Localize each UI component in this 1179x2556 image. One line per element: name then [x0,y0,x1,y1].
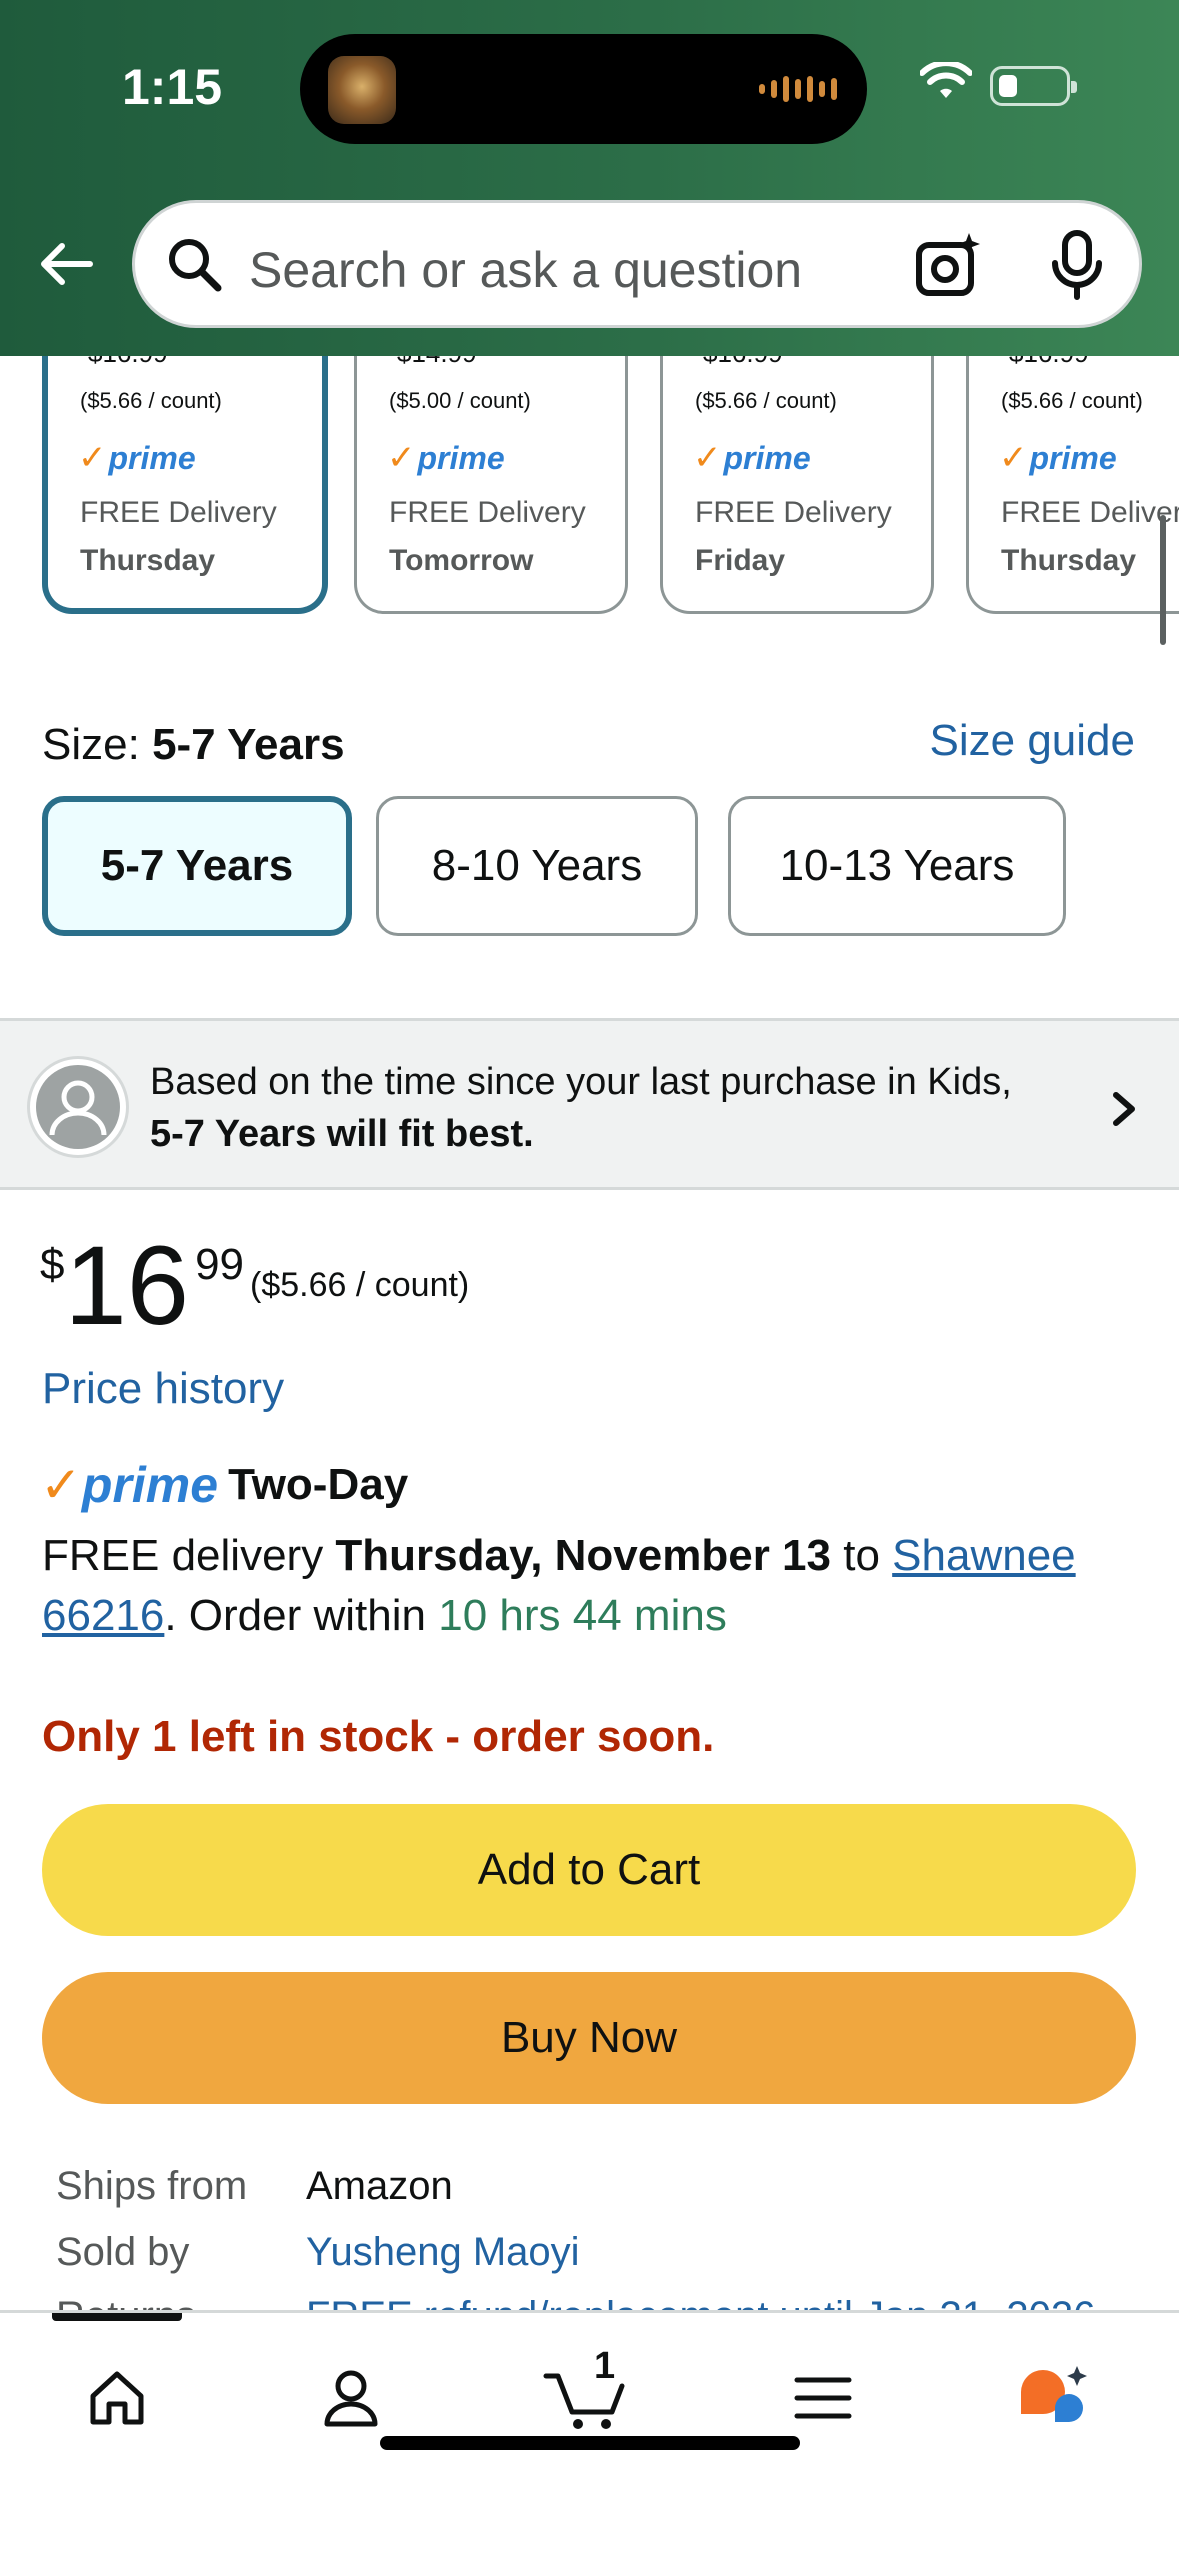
prime-two-day-badge: ✓ prime Two-Day [40,1456,408,1514]
home-icon [90,2371,144,2425]
fit-recommendation: 5-7 Years will fit best. [150,1113,534,1155]
hamburger-menu-icon [794,2377,852,2419]
delivery-zip-link[interactable]: 66216 [42,1591,164,1640]
avatar [30,1059,126,1155]
size-selected-value: 5-7 Years [152,720,345,769]
now-playing-artwork [328,56,396,124]
size-option-10-13[interactable]: 10-13 Years [728,796,1066,936]
nav-home[interactable] [72,2353,162,2443]
price-per-count: ($5.66 / count) [250,1266,470,1304]
prime-badge: ✓ prime [999,439,1117,477]
size-recommendation-banner[interactable]: Based on the time since your last purcha… [0,1018,1179,1190]
price-symbol: $ [40,1240,65,1289]
size-option-5-7[interactable]: 5-7 Years [42,796,352,936]
battery-icon [990,66,1077,106]
delivery-date: Thursday, November 13 [335,1531,832,1580]
add-to-cart-button[interactable]: Add to Cart [42,1804,1136,1936]
buy-now-button[interactable]: Buy Now [42,1972,1136,2104]
variant-delivery: FREE Delivery [80,496,277,529]
prime-badge: ✓ prime [78,439,196,477]
microphone-icon[interactable] [1047,229,1107,301]
cart-icon [543,2373,625,2429]
stock-warning: Only 1 left in stock - order soon. [42,1712,715,1761]
ai-assistant-icon [1021,2366,1087,2422]
prime-check-icon: ✓ [693,439,722,477]
audio-waveform-icon [759,74,837,104]
home-indicator[interactable] [380,2436,800,2450]
product-price: $ 16 99 [40,1226,244,1346]
delivery-message: FREE delivery Thursday, November 13 to S… [42,1531,1076,1640]
app-header: 1:15 Search or ask a question [0,0,1179,356]
prime-check-icon: ✓ [999,439,1028,477]
wifi-icon [920,62,972,98]
search-icon [169,239,222,292]
sold-by-label: Sold by [56,2230,190,2274]
prime-speed: Two-Day [228,1460,409,1509]
prime-badge: ✓ prime [387,439,505,477]
seller-link[interactable]: Yusheng Maoyi [306,2230,580,2275]
variant-delivery: FREE Delivery [695,496,892,529]
ships-from-value: Amazon [306,2164,453,2208]
search-bar[interactable]: Search or ask a question [132,200,1142,328]
delivery-location-link[interactable]: Shawnee [892,1531,1075,1580]
variant-unit-price: ($5.66 / count) [80,388,222,413]
bottom-nav: 1 [0,2310,1179,2556]
search-placeholder[interactable]: Search or ask a question [249,241,802,299]
variant-delivery: FREE Delivery [1001,496,1179,529]
camera-lens-icon[interactable] [913,231,983,301]
prime-logo: prime [81,1457,219,1513]
price-fraction: 99 [195,1240,245,1289]
nav-rufus-assistant[interactable] [1010,2353,1100,2443]
prime-check-icon: ✓ [387,439,416,477]
variant-delivery: FREE Delivery [389,496,586,529]
size-guide-link[interactable]: Size guide [930,716,1135,766]
variant-unit-price: ($5.66 / count) [695,388,837,413]
size-label: Size: 5-7 Years [42,720,345,769]
variant-delivery-day: Thursday [1001,544,1137,577]
status-time: 1:15 [122,59,223,115]
variant-unit-price: ($5.00 / count) [389,388,531,413]
variant-delivery-day: Thursday [80,544,216,577]
nav-account[interactable] [306,2353,396,2443]
nav-cart[interactable] [542,2353,632,2443]
dynamic-island [300,34,867,144]
order-countdown: 10 hrs 44 mins [438,1591,727,1640]
active-tab-indicator [52,2313,182,2321]
price-history-link[interactable]: Price history [42,1364,284,1414]
user-icon [324,2370,378,2427]
ships-from-label: Ships from [56,2164,248,2208]
back-arrow-icon[interactable] [34,232,98,296]
prime-check-icon: ✓ [40,1457,82,1513]
variant-unit-price: ($5.66 / count) [1001,388,1143,413]
cart-count-badge: 1 [594,2345,616,2387]
variant-delivery-day: Tomorrow [389,544,534,577]
user-avatar-icon [36,1065,120,1149]
scrollbar[interactable] [1160,515,1166,645]
fit-message: Based on the time since your last purcha… [150,1061,1012,1103]
variant-delivery-day: Friday [695,544,786,577]
prime-check-icon: ✓ [78,439,107,477]
size-option-8-10[interactable]: 8-10 Years [376,796,698,936]
price-whole: 16 [64,1223,190,1348]
chevron-right-icon[interactable] [1106,1089,1142,1129]
nav-menu[interactable] [778,2353,868,2443]
prime-badge: ✓ prime [693,439,811,477]
